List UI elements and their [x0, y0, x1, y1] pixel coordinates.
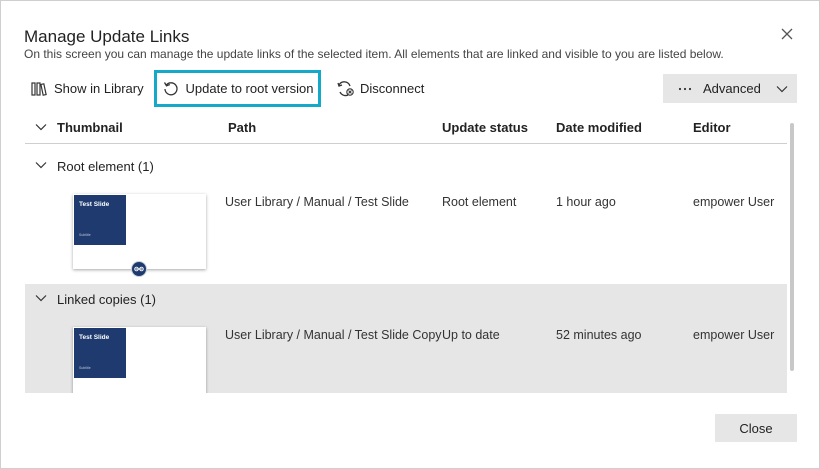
chevron-down-icon[interactable]: [35, 161, 47, 169]
show-in-library-button[interactable]: Show in Library: [31, 74, 144, 103]
slide-preview: Test Slide Subtitle: [74, 195, 126, 245]
column-header-update-status[interactable]: Update status: [442, 120, 528, 135]
show-in-library-label: Show in Library: [54, 81, 144, 96]
row-date: 52 minutes ago: [556, 328, 642, 342]
advanced-menu-button[interactable]: Advanced: [663, 74, 797, 103]
group-label: Root element (1): [57, 159, 154, 174]
column-header-thumbnail[interactable]: Thumbnail: [57, 120, 123, 135]
chevron-down-icon[interactable]: [35, 294, 47, 302]
column-header-path[interactable]: Path: [228, 120, 256, 135]
column-header-editor[interactable]: Editor: [693, 120, 731, 135]
group-header-linked-copies[interactable]: Linked copies (1): [25, 284, 787, 316]
slide-thumbnail[interactable]: Test Slide Subtitle: [73, 327, 206, 393]
disconnect-button[interactable]: Disconnect: [335, 74, 424, 103]
disconnect-icon: [337, 80, 354, 96]
row-date: 1 hour ago: [556, 195, 616, 209]
chevron-down-icon[interactable]: [35, 123, 47, 131]
chevron-down-icon: [776, 85, 788, 92]
row-status: Root element: [442, 195, 517, 209]
group-header-root-element[interactable]: Root element (1): [25, 151, 787, 183]
update-to-root-version-label: Update to root version: [185, 81, 314, 96]
table-row[interactable]: Test Slide Subtitle User Library / Manua…: [25, 183, 787, 279]
row-editor: empower User: [693, 195, 775, 209]
update-to-root-version-button[interactable]: Update to root version: [154, 70, 321, 107]
vertical-scrollbar[interactable]: [787, 113, 797, 393]
table-row-selected[interactable]: Test Slide Subtitle User Library / Manua…: [25, 316, 787, 393]
row-status: Up to date: [442, 328, 500, 342]
disconnect-label: Disconnect: [360, 81, 425, 96]
row-editor: empower User: [693, 328, 775, 342]
column-headers: Thumbnail Path Update status Date modifi…: [25, 113, 787, 144]
row-path: User Library / Manual / Test Slide Copy: [225, 328, 442, 342]
link-icon: [131, 261, 147, 277]
column-header-date-modified[interactable]: Date modified: [556, 120, 642, 135]
slide-subtitle: Subtitle: [79, 233, 91, 237]
dialog-subtitle: On this screen you can manage the update…: [24, 47, 724, 61]
refresh-icon: [163, 81, 178, 95]
advanced-label: Advanced: [703, 81, 761, 96]
dialog-title: Manage Update Links: [24, 27, 190, 46]
slide-title: Test Slide: [79, 334, 110, 341]
close-button[interactable]: Close: [715, 414, 797, 442]
scrollbar-thumb[interactable]: [790, 123, 794, 371]
ellipsis-icon: [678, 87, 692, 90]
slide-title: Test Slide: [79, 201, 110, 208]
group-label: Linked copies (1): [57, 292, 156, 307]
library-icon: [31, 81, 47, 96]
slide-thumbnail[interactable]: Test Slide Subtitle: [73, 194, 206, 277]
close-icon[interactable]: [778, 25, 796, 43]
slide-preview: Test Slide Subtitle: [74, 328, 126, 378]
row-path: User Library / Manual / Test Slide: [225, 195, 409, 209]
slide-subtitle: Subtitle: [79, 366, 91, 370]
manage-update-links-dialog: Manage Update Links On this screen you c…: [0, 0, 820, 469]
